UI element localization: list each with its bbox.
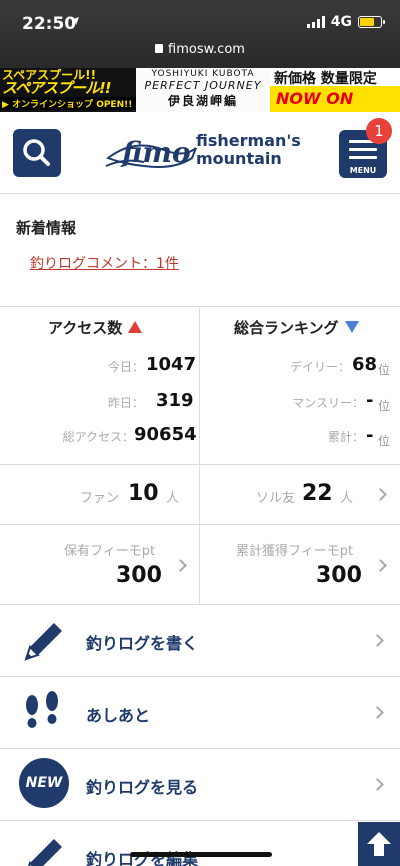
lock-icon	[155, 44, 164, 53]
banner-spool-shop: ▶ オンラインショップ OPEN!!	[0, 97, 136, 110]
logo-line2: mountain	[196, 149, 282, 168]
earned-points-label: 累計獲得フィーモpt	[236, 544, 354, 559]
friends-link[interactable]: ソル友 22 人	[200, 465, 400, 525]
chevron-right-icon	[371, 634, 384, 647]
site-header: fimo fisherman's mountain MENU	[0, 112, 400, 194]
home-indicator	[130, 852, 272, 857]
chevron-right-icon	[371, 706, 384, 719]
network-type: 4G	[330, 14, 352, 30]
banner-perfect-journey[interactable]: YOSHIYUKI KUBOTA PERFECT JOURNEY 伊良湖岬編	[136, 68, 270, 112]
pencil-icon	[24, 623, 62, 661]
fan-unit: 人	[166, 491, 180, 506]
location-arrow-icon	[71, 17, 79, 25]
site-logo[interactable]: fimo fisherman's mountain	[104, 128, 304, 180]
daily-value: 68	[352, 354, 378, 375]
points-section: 保有フィーモpt 300 累計獲得フィーモpt 300	[0, 525, 400, 605]
held-points-label: 保有フィーモpt	[64, 544, 156, 559]
banner-journey-title: PERFECT JOURNEY	[144, 79, 262, 92]
total-value: 90654	[134, 424, 197, 445]
access-title-wrap: アクセス数	[48, 317, 143, 338]
fan-value: 10	[128, 481, 159, 506]
banner-sale-top: 新価格 数量限定	[274, 71, 377, 87]
banner-journey-sub: 伊良湖岬編	[167, 94, 238, 108]
banner-spare-spool[interactable]: スペアスプール!! スペアスプール!! ▶ オンラインショップ OPEN!!	[0, 68, 136, 112]
social-section: ファン 10 人 ソル友 22 人	[0, 465, 400, 525]
monthly-label: マンスリー：	[292, 396, 364, 410]
earned-points-link[interactable]: 累計獲得フィーモpt 300	[200, 525, 400, 605]
monthly-value: -	[366, 390, 374, 411]
friend-unit: 人	[340, 491, 354, 506]
today-value: 1047	[146, 354, 197, 375]
news-section: 新着情報 釣りログコメント：1件	[0, 195, 400, 307]
ranking-title-wrap: 総合ランキング	[234, 317, 359, 338]
new-badge-icon: NEW	[19, 758, 69, 808]
arrow-up-icon	[367, 832, 391, 856]
menu-view-log-label: 釣りログを見る	[86, 778, 199, 797]
daily-label: デイリー：	[289, 360, 350, 374]
search-icon	[23, 139, 50, 166]
held-points-value: 300	[116, 563, 162, 588]
status-time: 22:50	[22, 14, 77, 34]
access-title: アクセス数	[48, 319, 123, 337]
logo-line1: fisherman's	[196, 131, 301, 150]
menu-write-log[interactable]: 釣りログを書く	[0, 605, 400, 677]
back-to-top-button[interactable]	[358, 822, 400, 866]
notification-badge: 1	[366, 118, 392, 144]
held-points-link[interactable]: 保有フィーモpt 300	[0, 525, 199, 605]
triangle-up-icon	[128, 321, 143, 333]
yesterday-value: 319	[156, 390, 194, 411]
pencil-icon	[27, 839, 62, 866]
earned-points-value: 300	[316, 563, 362, 588]
hamburger-icon	[349, 140, 377, 164]
ranking-title: 総合ランキング	[234, 319, 339, 337]
status-indicators: 4G	[306, 14, 385, 30]
monthly-unit: 位	[378, 399, 391, 413]
stats-section: アクセス数 総合ランキング 今日： 1047 昨日： 319 総アクセス： 90…	[0, 307, 400, 465]
menu-footprints[interactable]: あしあと	[0, 677, 400, 749]
chevron-right-icon	[174, 559, 187, 572]
chevron-right-icon	[374, 559, 387, 572]
yesterday-label: 昨日：	[107, 396, 144, 410]
url-bar[interactable]: fimosw.com	[0, 42, 400, 57]
browser-chrome: 22:50 4G fimosw.com	[0, 0, 400, 68]
cumulative-value: -	[366, 425, 374, 446]
menu-label: MENU	[349, 166, 377, 175]
search-button[interactable]	[13, 129, 61, 177]
daily-unit: 位	[378, 363, 391, 377]
chevron-right-icon	[374, 488, 387, 501]
triangle-down-icon	[344, 321, 359, 333]
news-comment-link[interactable]: 釣りログコメント：1件	[30, 253, 179, 273]
today-label: 今日：	[107, 360, 144, 374]
url-text: fimosw.com	[168, 42, 245, 57]
footprints-icon	[26, 691, 58, 728]
signal-icon	[306, 16, 325, 28]
logo-fimo: fimo	[122, 136, 191, 169]
chevron-right-icon	[371, 778, 384, 791]
logo-text: fisherman's mountain	[196, 132, 301, 168]
banner-strip: スペアスプール!! スペアスプール!! ▶ オンラインショップ OPEN!! Y…	[0, 68, 400, 112]
banner-journey-author: YOSHIYUKI KUBOTA	[151, 69, 255, 79]
fan-label: ファン	[80, 491, 120, 506]
menu-write-log-label: 釣りログを書く	[86, 634, 199, 653]
battery-icon	[358, 16, 385, 28]
friend-value: 22	[302, 481, 333, 506]
menu-footprints-label: あしあと	[86, 706, 151, 725]
banner-spool-title: スペアスプール!!	[2, 79, 112, 97]
banner-now-on-sale[interactable]: 新価格 数量限定 NOW ON SALE	[270, 68, 400, 112]
menu-edit-log[interactable]: 釣りログを編集	[0, 821, 400, 866]
news-title: 新着情報	[16, 219, 77, 237]
menu-view-log[interactable]: NEW 釣りログを見る	[0, 749, 400, 821]
cumulative-label: 累計：	[327, 430, 364, 444]
banner-sale-bottom: NOW ON SALE	[270, 86, 400, 112]
cumulative-unit: 位	[378, 434, 391, 448]
total-label: 総アクセス：	[62, 430, 134, 444]
friend-label: ソル友	[256, 491, 296, 506]
